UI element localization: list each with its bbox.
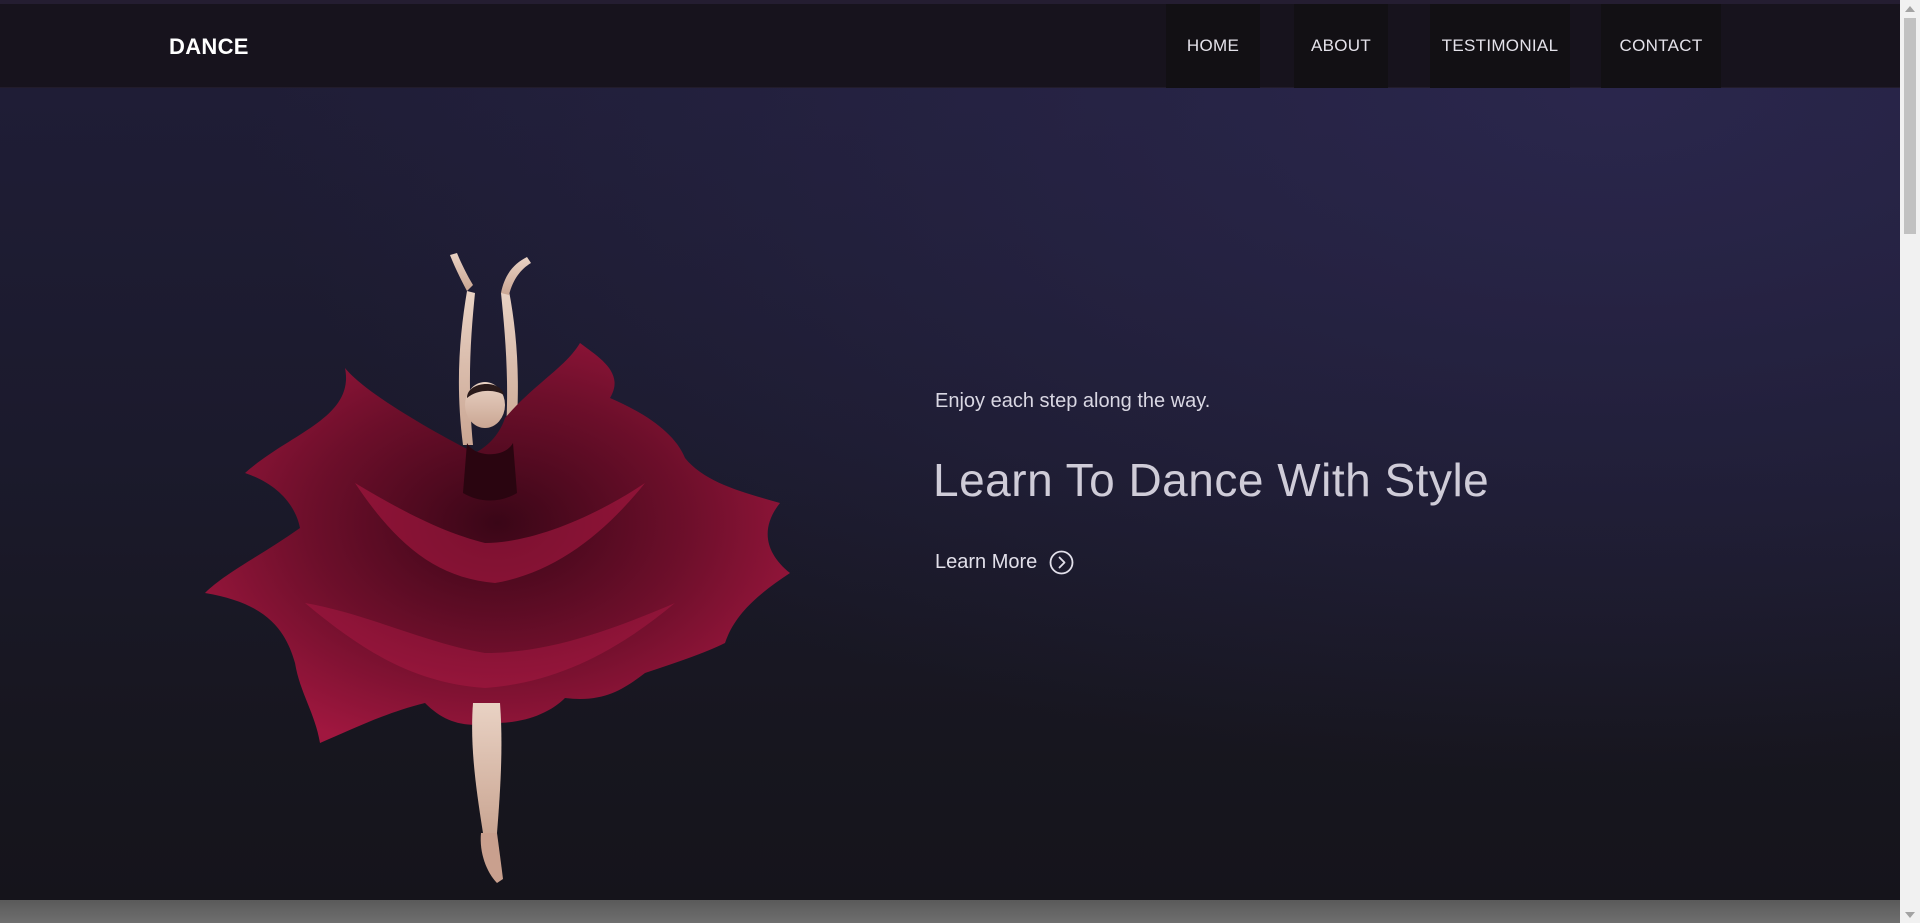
scroll-down-arrow-icon[interactable] <box>1900 906 1920 923</box>
scrollbar-thumb[interactable] <box>1904 18 1916 234</box>
learn-more-label: Learn More <box>935 551 1038 573</box>
next-section-preview <box>0 900 1900 923</box>
ballerina-image <box>205 253 790 883</box>
brand-logo[interactable]: DANCE <box>169 34 249 60</box>
nav-home[interactable]: HOME <box>1166 4 1260 88</box>
hero-section: Enjoy each step along the way. Learn To … <box>0 88 1900 900</box>
nav-about[interactable]: ABOUT <box>1294 4 1388 88</box>
page-viewport: DANCE HOME ABOUT TESTIMONIAL CONTACT Enj… <box>0 0 1900 923</box>
learn-more-link[interactable]: Learn More <box>935 550 1074 575</box>
hero-title: Learn To Dance With Style <box>933 454 1490 506</box>
chevron-right-circle-icon[interactable] <box>1049 550 1074 575</box>
nav-testimonial[interactable]: TESTIMONIAL <box>1430 4 1570 88</box>
top-navbar: DANCE HOME ABOUT TESTIMONIAL CONTACT <box>0 0 1900 88</box>
hero-subtitle: Enjoy each step along the way. <box>935 390 1211 412</box>
vertical-scrollbar[interactable] <box>1900 0 1920 923</box>
nav-contact[interactable]: CONTACT <box>1601 4 1721 88</box>
scroll-up-arrow-icon[interactable] <box>1900 0 1920 17</box>
